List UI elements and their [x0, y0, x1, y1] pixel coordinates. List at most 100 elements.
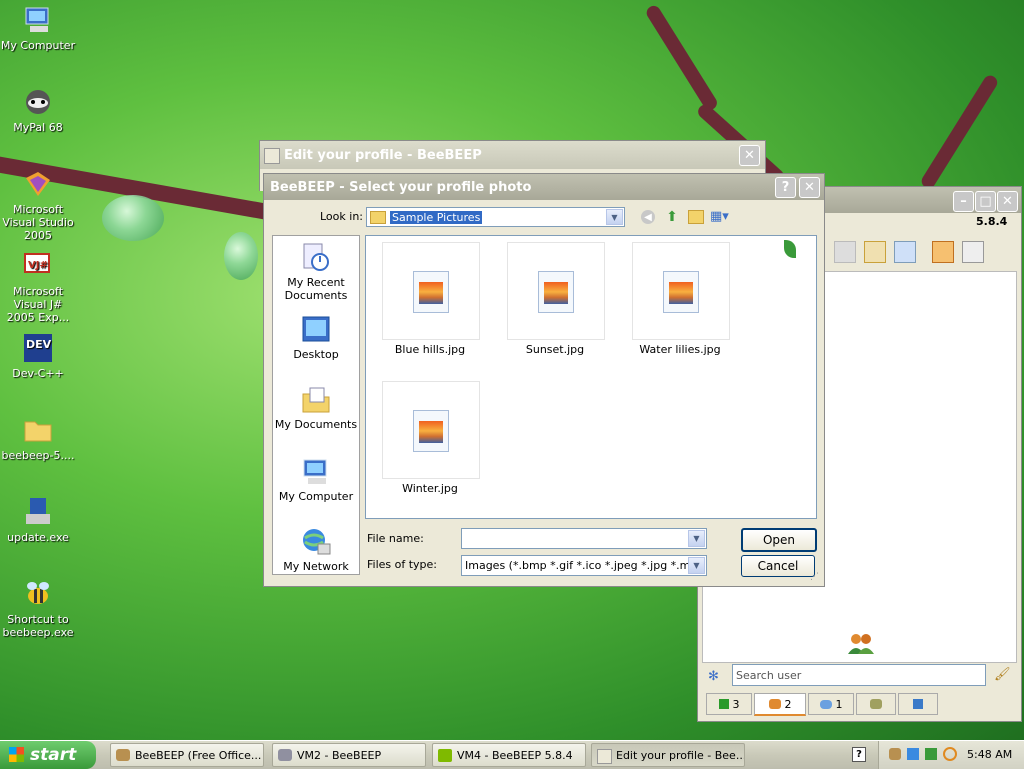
place-my-documents[interactable]: My Documents	[273, 384, 359, 431]
files-of-type-value: Images (*.bmp *.gif *.ico *.jpeg *.jpg *…	[465, 559, 706, 572]
clear-search-icon[interactable]: 🖌	[994, 667, 1011, 682]
edit-profile-title: Edit your profile - BeeBEEP	[284, 147, 482, 163]
edit-icon[interactable]	[864, 241, 886, 263]
place-my-network[interactable]: My Network	[273, 526, 359, 573]
tray-network-icon[interactable]	[907, 748, 919, 760]
version-label: 5.8.4	[976, 215, 1008, 228]
open-button[interactable]: Open	[741, 528, 817, 552]
file-thumbnail[interactable]	[507, 242, 605, 340]
desktop-icon-mypal[interactable]: MyPal 68	[0, 86, 76, 134]
windows-logo-icon	[9, 747, 24, 762]
clock: 5:48 AM	[967, 748, 1013, 761]
file-name-label[interactable]: Winter.jpg	[370, 482, 490, 495]
place-recent-documents[interactable]: My Recent Documents	[273, 242, 359, 302]
chevron-down-icon[interactable]: ▼	[688, 557, 705, 574]
file-thumbnail[interactable]	[382, 242, 480, 340]
file-name-input[interactable]: ▼	[461, 528, 707, 549]
view-menu-icon[interactable]: ▦▾	[710, 209, 732, 225]
dialog-titlebar: BeeBEEP - Select your profile photo ? ✕	[264, 174, 824, 200]
image-file-icon	[413, 410, 449, 452]
resize-grip-icon[interactable]: ⋰	[810, 572, 819, 582]
desktop-icon-update[interactable]: update.exe	[0, 496, 76, 544]
task-beebeep-free-office[interactable]: BeeBEEP (Free Office...	[110, 743, 264, 767]
visual-studio-icon	[22, 168, 54, 200]
file-name-label[interactable]: Water lilies.jpg	[620, 343, 740, 356]
task-vm4-beebeep[interactable]: VM4 - BeeBEEP 5.8.4	[432, 743, 586, 767]
desktop-icon-label: My Computer	[0, 39, 76, 52]
desktop-icon-label: beebeep-5....	[1, 449, 75, 462]
tab-share[interactable]	[898, 693, 938, 715]
transfer-icon[interactable]	[932, 241, 954, 263]
search-user-input[interactable]: Search user	[732, 664, 986, 686]
app-icon	[264, 148, 280, 164]
minimize-button[interactable]: –	[953, 191, 974, 212]
tray-security-icon[interactable]	[925, 748, 937, 760]
water-drop	[224, 232, 258, 280]
place-label: My Network	[283, 560, 349, 573]
mypal-icon	[22, 86, 54, 118]
tab-chats[interactable]: 3	[706, 693, 752, 715]
help-button[interactable]: ?	[775, 177, 796, 198]
close-button[interactable]: ✕	[799, 177, 820, 198]
svg-text:VJ#: VJ#	[28, 260, 48, 271]
desktop-icon-beebeep-shortcut[interactable]: Shortcut to beebeep.exe	[0, 578, 76, 639]
groups-icon	[870, 699, 882, 709]
place-desktop[interactable]: Desktop	[273, 314, 359, 361]
tab-chats-count: 3	[732, 697, 740, 711]
task-label: VM4 - BeeBEEP 5.8.4	[457, 748, 573, 762]
start-button[interactable]: start	[0, 741, 96, 769]
leaf-icon	[784, 240, 796, 258]
desktop-icon-beebeep-folder[interactable]: beebeep-5....	[0, 414, 76, 462]
new-folder-icon[interactable]	[688, 210, 704, 224]
maximize-button[interactable]: □	[975, 191, 996, 212]
file-name-label[interactable]: Sunset.jpg	[495, 343, 615, 356]
file-name-label[interactable]: Blue hills.jpg	[370, 343, 490, 356]
my-network-icon	[300, 526, 332, 558]
vm-icon	[278, 749, 292, 761]
task-edit-profile[interactable]: Edit your profile - Bee...	[591, 743, 745, 767]
share-icon	[913, 699, 923, 709]
back-icon[interactable]: ◀	[641, 210, 655, 224]
tools-icon[interactable]	[894, 241, 916, 263]
trash-icon[interactable]	[962, 241, 984, 263]
file-thumbnail[interactable]	[632, 242, 730, 340]
toolbar	[828, 239, 1008, 265]
chevron-down-icon[interactable]: ▼	[606, 209, 623, 225]
close-button[interactable]: ✕	[997, 191, 1018, 212]
up-folder-icon[interactable]: ⬆	[664, 209, 680, 225]
tab-messages[interactable]: 1	[808, 693, 854, 715]
tab-users[interactable]: 2	[754, 693, 806, 716]
task-label: VM2 - BeeBEEP	[297, 748, 382, 762]
file-thumbnail[interactable]	[382, 381, 480, 479]
installer-icon	[22, 496, 54, 528]
desktop-icon-my-computer[interactable]: My Computer	[0, 4, 76, 52]
tray-search-icon[interactable]	[943, 747, 957, 761]
svg-text:DEV: DEV	[26, 338, 52, 351]
place-my-computer[interactable]: My Computer	[273, 456, 359, 503]
my-documents-icon	[300, 384, 332, 416]
close-button[interactable]: ✕	[739, 145, 760, 166]
desktop-icon-label: Shortcut to beebeep.exe	[2, 613, 74, 639]
cancel-button[interactable]: Cancel	[741, 555, 815, 577]
chevron-down-icon[interactable]: ▼	[688, 530, 705, 547]
help-icon[interactable]: ?	[852, 747, 866, 762]
tab-groups[interactable]	[856, 693, 896, 715]
desktop-icon	[300, 314, 332, 346]
desktop-icon-devcpp[interactable]: DEV Dev-C++	[0, 332, 76, 380]
task-label: BeeBEEP (Free Office...	[135, 748, 262, 762]
files-of-type-select[interactable]: Images (*.bmp *.gif *.ico *.jpeg *.jpg *…	[461, 555, 707, 576]
tab-users-count: 2	[784, 697, 792, 711]
tray-bee-icon[interactable]	[889, 748, 901, 760]
tab-messages-count: 1	[835, 697, 843, 711]
bottom-tabs: 3 2 1	[702, 693, 1015, 716]
desktop-icon-visual-studio[interactable]: Microsoft Visual Studio 2005	[0, 168, 76, 242]
profile-icon[interactable]	[834, 241, 856, 263]
look-in-combo[interactable]: Sample Pictures ▼	[366, 207, 625, 227]
file-list[interactable]: Blue hills.jpg Sunset.jpg Water lilies.j…	[365, 235, 817, 519]
users-icon	[768, 699, 781, 709]
search-row: ✻ Search user 🖌	[702, 663, 1015, 689]
task-vm2-beebeep[interactable]: VM2 - BeeBEEP	[272, 743, 426, 767]
desktop-icon-visual-jsharp[interactable]: VJ# Microsoft Visual J# 2005 Exp...	[0, 250, 76, 324]
visual-jsharp-icon: VJ#	[22, 250, 54, 282]
settings-icon[interactable]: ✻	[708, 669, 719, 684]
